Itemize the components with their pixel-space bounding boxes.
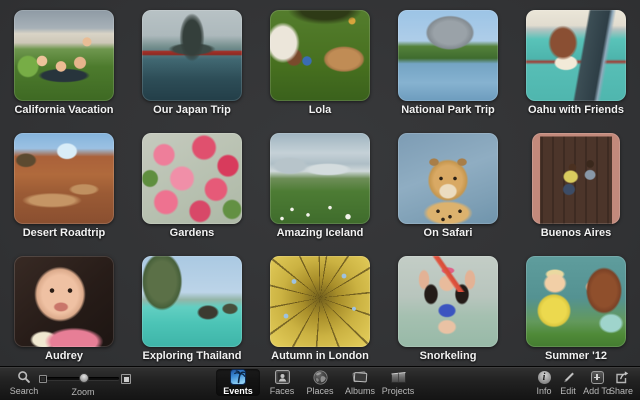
event-item[interactable]: Exploring Thailand (128, 246, 256, 369)
event-label: National Park Trip (401, 104, 495, 116)
tab-events-label: Events (216, 386, 260, 396)
event-item[interactable]: Our Japan Trip (128, 0, 256, 123)
event-item[interactable]: Autumn in London (256, 246, 384, 369)
event-item[interactable]: Gardens (128, 123, 256, 246)
event-item[interactable]: California Vacation (0, 0, 128, 123)
event-thumbnail[interactable] (270, 10, 370, 101)
event-label: Gardens (170, 227, 215, 239)
share-label: Share (604, 386, 638, 396)
event-thumbnail[interactable] (14, 10, 114, 101)
event-thumbnail[interactable] (142, 256, 242, 347)
zoom-slider-thumb[interactable] (79, 373, 89, 383)
events-icon (216, 369, 260, 385)
projects-icon (376, 369, 420, 385)
event-thumbnail[interactable] (270, 256, 370, 347)
event-thumbnail[interactable] (398, 133, 498, 224)
zoom-label: Zoom (47, 387, 119, 397)
event-label: Our Japan Trip (153, 104, 231, 116)
event-label: Lola (309, 104, 332, 116)
event-thumbnail[interactable] (142, 133, 242, 224)
event-item[interactable]: On Safari (384, 123, 512, 246)
event-label: Snorkeling (420, 350, 477, 362)
toolbar: Search Zoom (0, 366, 640, 400)
event-item[interactable]: Desert Roadtrip (0, 123, 128, 246)
event-label: Buenos Aires (541, 227, 612, 239)
event-label: Autumn in London (271, 350, 369, 362)
iphoto-window: California Vacation Our Japan Trip Lola … (0, 0, 640, 400)
tab-projects-label: Projects (376, 386, 420, 396)
event-label: Desert Roadtrip (23, 227, 106, 239)
tab-projects[interactable]: Projects (376, 369, 420, 396)
search-label: Search (8, 386, 40, 396)
event-label: Summer '12 (545, 350, 607, 362)
places-icon (298, 369, 342, 385)
event-label: Audrey (45, 350, 83, 362)
event-thumbnail[interactable] (526, 10, 626, 101)
event-item[interactable]: Buenos Aires (512, 123, 640, 246)
events-grid: California Vacation Our Japan Trip Lola … (0, 0, 640, 367)
event-thumbnail[interactable] (14, 133, 114, 224)
event-thumbnail[interactable] (532, 133, 620, 224)
tab-places[interactable]: Places (298, 369, 342, 396)
event-label: Oahu with Friends (528, 104, 624, 116)
event-label: California Vacation (14, 104, 113, 116)
event-item[interactable]: Snorkeling (384, 246, 512, 369)
event-item[interactable]: Lola (256, 0, 384, 123)
tab-places-label: Places (298, 386, 342, 396)
tab-events[interactable]: Events (216, 369, 260, 396)
search-button[interactable]: Search (8, 369, 40, 396)
share-icon (604, 369, 638, 385)
share-button[interactable]: Share (604, 369, 638, 396)
event-thumbnail[interactable] (398, 10, 498, 101)
event-item[interactable]: Oahu with Friends (512, 0, 640, 123)
event-thumbnail[interactable] (14, 256, 114, 347)
event-label: Exploring Thailand (142, 350, 241, 362)
zoom-in-icon[interactable] (121, 374, 131, 384)
event-thumbnail[interactable] (142, 10, 242, 101)
event-item[interactable]: Amazing Iceland (256, 123, 384, 246)
zoom-out-icon[interactable] (39, 375, 47, 383)
event-item[interactable]: Summer '12 (512, 246, 640, 369)
event-thumbnail[interactable] (270, 133, 370, 224)
event-label: On Safari (424, 227, 473, 239)
event-item[interactable]: Audrey (0, 246, 128, 369)
event-thumbnail[interactable] (398, 256, 498, 347)
event-item[interactable]: National Park Trip (384, 0, 512, 123)
search-icon (8, 369, 40, 385)
event-thumbnail[interactable] (526, 256, 626, 347)
event-label: Amazing Iceland (277, 227, 364, 239)
